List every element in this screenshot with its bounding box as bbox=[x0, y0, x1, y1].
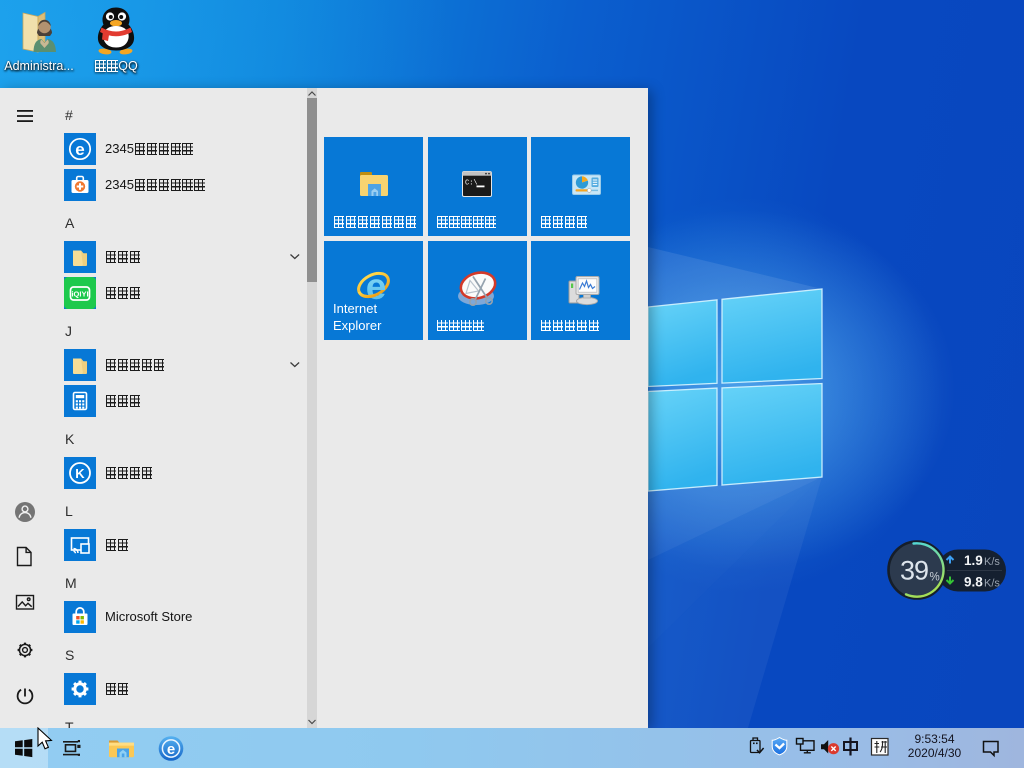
svg-text:K/s: K/s bbox=[984, 556, 1000, 568]
svg-text:1.9: 1.9 bbox=[964, 553, 983, 568]
svg-text:C:\: C:\ bbox=[465, 180, 478, 188]
svg-text:e: e bbox=[167, 741, 175, 758]
svg-text:e: e bbox=[75, 140, 84, 159]
svg-text:K/s: K/s bbox=[984, 578, 1000, 590]
svg-text:iQIYI: iQIYI bbox=[71, 290, 88, 299]
svg-text:K: K bbox=[75, 466, 85, 481]
svg-text:9.8: 9.8 bbox=[964, 575, 983, 590]
svg-text:39: 39 bbox=[900, 556, 928, 586]
svg-text:%: % bbox=[930, 572, 940, 584]
